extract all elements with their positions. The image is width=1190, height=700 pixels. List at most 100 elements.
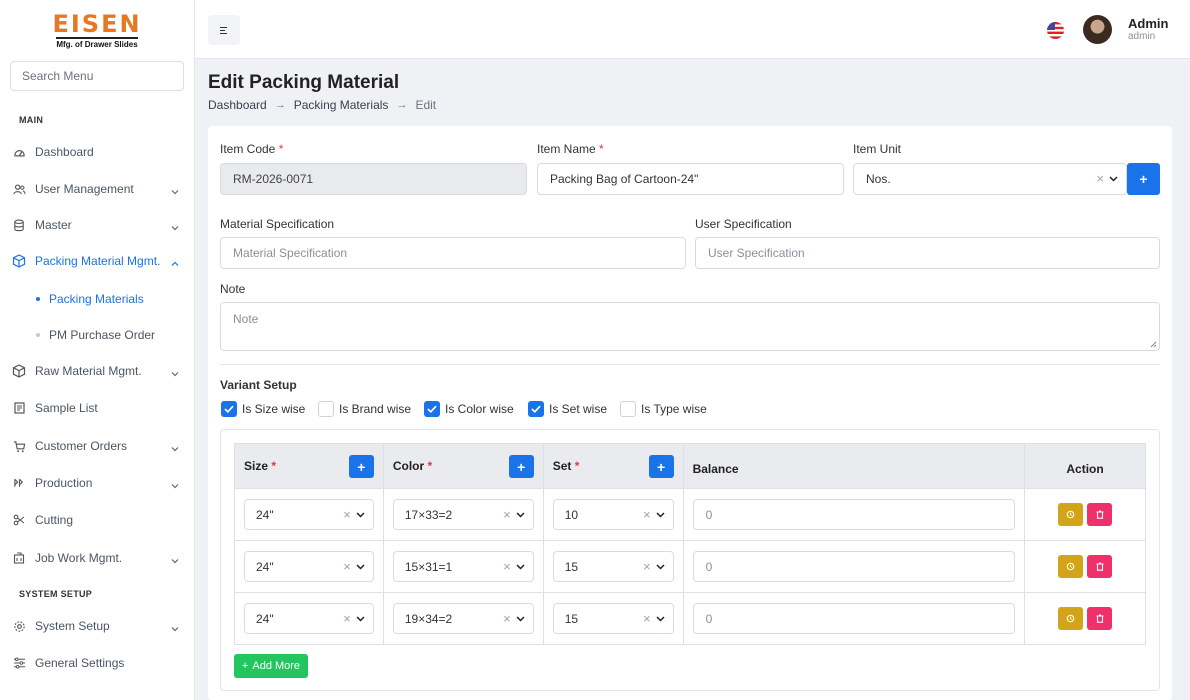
add-size-button[interactable]: + [348, 455, 374, 478]
delete-button[interactable] [1087, 607, 1113, 630]
box-icon [12, 254, 26, 268]
add-unit-button[interactable]: + [1127, 163, 1160, 195]
delete-button[interactable] [1087, 555, 1113, 578]
cart-icon [12, 439, 26, 453]
checkbox-checked-icon[interactable] [221, 401, 237, 417]
checkbox-brand-wise[interactable]: Is Brand wise [318, 401, 411, 417]
size-select[interactable]: 24" × [244, 551, 374, 582]
sidebar-item-system-setup[interactable]: System Setup [0, 611, 194, 641]
chevron-down-icon [656, 512, 665, 518]
section-label-main: MAIN [19, 115, 44, 125]
checkbox-label: Is Size wise [242, 402, 306, 416]
balance-input[interactable]: 0 [692, 551, 1016, 582]
topbar: Admin admin [195, 0, 1190, 59]
set-select[interactable]: 10 × [552, 499, 674, 530]
user-spec-field[interactable]: User Specification [695, 237, 1160, 269]
table-row: 24" × 19×34=2 × 15 × 0 [234, 592, 1146, 645]
set-header: Set * + [542, 443, 684, 489]
balance-header: Balance [682, 443, 1026, 489]
add-color-button[interactable]: + [508, 455, 534, 478]
clear-icon[interactable]: × [503, 604, 511, 634]
bullet-dot [36, 297, 40, 301]
search-menu-input[interactable]: Search Menu [10, 61, 184, 91]
checkbox-label: Is Set wise [549, 402, 608, 416]
checkbox-unchecked-icon[interactable] [318, 401, 334, 417]
sidebar-item-cutting[interactable]: Cutting [0, 505, 194, 535]
clear-icon[interactable]: × [343, 500, 351, 530]
chevron-down-icon [171, 621, 179, 635]
gear-icon [12, 619, 26, 633]
us-flag-icon[interactable] [1047, 22, 1064, 39]
sidebar-subitem-packing-materials[interactable]: Packing Materials [36, 292, 144, 306]
bullet-dot [36, 333, 40, 337]
clear-icon[interactable]: × [503, 500, 511, 530]
checkbox-checked-icon[interactable] [424, 401, 440, 417]
sidebar-item-general-settings[interactable]: General Settings [0, 648, 194, 678]
note-field[interactable]: Note [220, 302, 1160, 351]
color-select[interactable]: 19×34=2 × [392, 603, 534, 634]
history-button[interactable] [1058, 555, 1084, 578]
subitem-label: PM Purchase Order [49, 328, 156, 342]
item-code-label: Item Code * [220, 142, 284, 156]
sidebar-item-master[interactable]: Master [0, 210, 194, 240]
menu-toggle-button[interactable] [208, 15, 240, 45]
clear-icon[interactable]: × [643, 500, 651, 530]
item-unit-value: Nos. [866, 172, 891, 186]
clear-icon[interactable]: × [503, 552, 511, 582]
color-select[interactable]: 15×31=1 × [392, 551, 534, 582]
color-select[interactable]: 17×33=2 × [392, 499, 534, 530]
sidebar-item-user-management[interactable]: User Management [0, 174, 194, 204]
resize-handle-icon[interactable] [1150, 341, 1157, 348]
breadcrumb-packing-materials[interactable]: Packing Materials [294, 98, 389, 112]
history-button[interactable] [1058, 503, 1084, 526]
breadcrumb-dashboard[interactable]: Dashboard [208, 98, 267, 112]
production-icon [12, 476, 26, 490]
chevron-down-icon [171, 220, 179, 234]
sidebar-item-job-work-mgmt[interactable]: Job Work Mgmt. [0, 543, 194, 573]
arrow-right-icon: → [396, 99, 408, 111]
sidebar-item-customer-orders[interactable]: Customer Orders [0, 431, 194, 461]
balance-input[interactable]: 0 [692, 499, 1016, 530]
clear-icon[interactable]: × [643, 552, 651, 582]
material-spec-field[interactable]: Material Specification [220, 237, 686, 269]
checkbox-checked-icon[interactable] [528, 401, 544, 417]
delete-button[interactable] [1087, 503, 1113, 526]
checkbox-type-wise[interactable]: Is Type wise [620, 401, 707, 417]
item-unit-label: Item Unit [853, 142, 902, 156]
add-more-button[interactable]: + Add More [234, 654, 308, 678]
size-select[interactable]: 24" × [244, 603, 374, 634]
history-button[interactable] [1058, 607, 1084, 630]
sidebar-item-raw-material-mgmt[interactable]: Raw Material Mgmt. [0, 356, 194, 386]
sliders-icon [12, 656, 26, 670]
material-spec-label: Material Specification [220, 217, 335, 231]
table-header-row: Size * + Color * + Set * + Balance Actio… [234, 443, 1146, 489]
sidebar-item-production[interactable]: Production [0, 468, 194, 498]
breadcrumb: Dashboard → Packing Materials → Edit [208, 98, 436, 112]
checkbox-set-wise[interactable]: Is Set wise [528, 401, 607, 417]
checkbox-unchecked-icon[interactable] [620, 401, 636, 417]
sidebar-subitem-pm-purchase-order[interactable]: PM Purchase Order [36, 328, 155, 342]
sidebar-item-sample-list[interactable]: Sample List [0, 393, 194, 423]
set-select[interactable]: 15 × [552, 551, 674, 582]
sidebar-item-dashboard[interactable]: Dashboard [0, 137, 194, 167]
clear-icon[interactable]: × [343, 604, 351, 634]
item-code-field[interactable]: RM-2026-0071 [220, 163, 527, 195]
add-set-button[interactable]: + [648, 455, 674, 478]
set-select[interactable]: 15 × [552, 603, 674, 634]
size-select[interactable]: 24" × [244, 499, 374, 530]
clear-icon[interactable]: × [343, 552, 351, 582]
clear-icon[interactable]: × [1096, 164, 1104, 194]
checkbox-color-wise[interactable]: Is Color wise [424, 401, 514, 417]
logo[interactable]: EISEN Mfg. of Drawer Slides [0, 0, 194, 60]
checkbox-size-wise[interactable]: Is Size wise [221, 401, 305, 417]
user-name[interactable]: Admin [1128, 16, 1168, 31]
balance-input[interactable]: 0 [692, 603, 1016, 634]
item-unit-select[interactable]: Nos. × [853, 163, 1127, 195]
clear-icon[interactable]: × [643, 604, 651, 634]
variant-table: Size * + Color * + Set * + Balance Actio… [234, 443, 1146, 645]
item-name-field[interactable]: Packing Bag of Cartoon-24" [537, 163, 844, 195]
sidebar-item-label: Raw Material Mgmt. [35, 364, 142, 378]
add-more-label: Add More [252, 660, 301, 672]
sidebar-item-packing-material-mgmt[interactable]: Packing Material Mgmt. [0, 246, 194, 276]
avatar[interactable] [1083, 15, 1112, 44]
